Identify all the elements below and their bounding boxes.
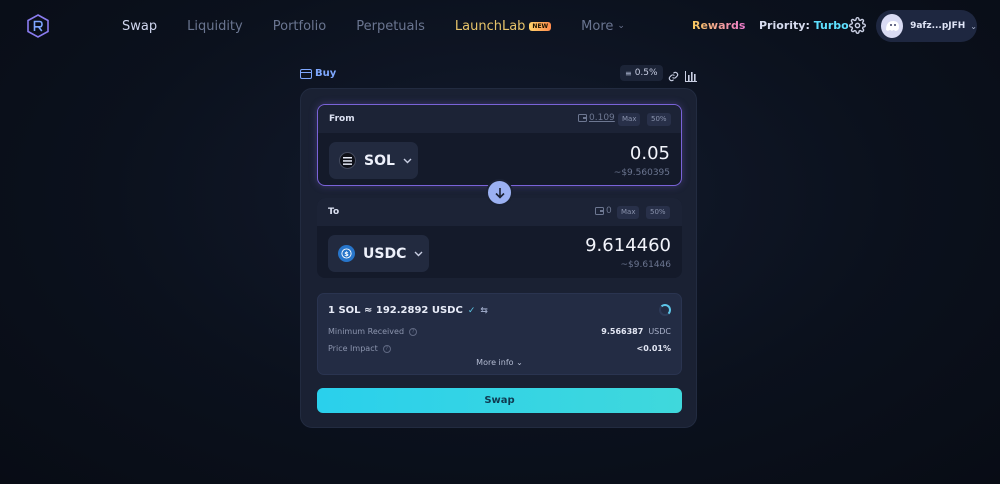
priority-value: Turbo [813,19,849,32]
main-nav: Swap Liquidity Portfolio Perpetuals Laun… [122,17,655,35]
priority-button[interactable]: Priority: Turbo [759,19,849,32]
min-received-unit: USDC [648,327,671,336]
new-badge: NEW [529,21,552,31]
wallet-address: 9afz...pJFH [910,21,966,31]
card-icon [300,68,312,79]
rewards-link[interactable]: Rewards [692,19,745,32]
chevron-down-icon: ⌄ [970,21,977,31]
nav-launchlab-label: LaunchLab [454,18,526,34]
chevron-down-icon: ⌄ [617,21,625,31]
to-token-name: USDC [363,245,407,262]
sliders-icon: ≡ [625,68,632,78]
price-impact-value: <0.01% [636,344,671,353]
nav-portfolio-label: Portfolio [272,18,327,34]
swap-info-panel: 1 SOL ≈ 192.2892 USDC ✓ ⇆ Minimum Receiv… [317,293,682,375]
slippage-value: 0.5% [634,68,658,78]
swap-button[interactable]: Swap [317,388,682,413]
price-impact-row: Price Impact ? [328,344,391,353]
swap-card: From 0.109 Max 50% SOL 0.05 ~$9.560395 T… [300,88,697,428]
from-panel: From 0.109 Max 50% SOL 0.05 ~$9.560395 [317,104,682,186]
arrow-down-icon [494,187,505,199]
help-icon[interactable]: ? [382,344,391,353]
nav-launchlab[interactable]: LaunchLab NEW [454,18,552,34]
swap-rate-icon[interactable]: ⇆ [480,306,488,316]
exchange-rate-text: 1 SOL ≈ 192.2892 USDC [328,305,463,316]
from-max-button[interactable]: Max [618,113,641,126]
priority-label: Priority: [759,19,810,32]
refresh-spinner-icon[interactable] [659,304,671,316]
slippage-button[interactable]: ≡ 0.5% [620,65,663,81]
nav-swap-label: Swap [122,18,158,34]
wallet-icon [578,114,587,122]
chevron-down-icon [414,251,423,256]
min-received-amount: 9.566387 [601,327,644,336]
usdc-token-icon: $ [338,245,355,262]
nav-more[interactable]: More ⌄ [581,19,625,34]
from-token-name: SOL [364,152,395,169]
nav-liquidity-label: Liquidity [187,18,243,34]
from-usd-value: ~$9.560395 [613,168,670,178]
from-token-select[interactable]: SOL [329,142,418,179]
to-max-button[interactable]: Max [617,206,640,219]
swap-direction-button[interactable] [486,179,513,206]
to-balance-value: 0 [606,206,612,216]
chevron-down-icon [403,158,412,163]
exchange-rate: 1 SOL ≈ 192.2892 USDC ✓ ⇆ [328,305,488,316]
to-usd-value: ~$9.61446 [620,260,671,270]
chart-icon[interactable] [685,67,697,86]
check-circle-icon: ✓ [467,305,476,316]
from-half-button[interactable]: 50% [647,113,671,126]
to-panel: To 0 Max 50% $ USDC 9.614460 ~$9.61446 [317,198,682,278]
sol-token-icon [339,152,356,169]
min-received-value: 9.566387 USDC [601,327,671,336]
from-balance: 0.109 [578,113,615,123]
nav-perpetuals[interactable]: Perpetuals [356,19,425,34]
min-received-label: Minimum Received [328,327,405,336]
to-half-button[interactable]: 50% [646,206,670,219]
link-icon[interactable] [668,67,679,86]
from-label: From [329,114,355,124]
wallet-icon [595,207,604,215]
more-info-toggle[interactable]: More info ⌄ [318,358,681,367]
nav-swap[interactable]: Swap [122,19,157,34]
to-amount-output: 9.614460 [585,235,671,256]
to-token-select[interactable]: $ USDC [328,235,429,272]
svg-text:$: $ [344,250,349,258]
nav-liquidity[interactable]: Liquidity [187,19,243,34]
buy-link[interactable]: Buy [300,68,336,79]
avatar [881,14,904,38]
price-impact-label: Price Impact [328,344,378,353]
nav-portfolio[interactable]: Portfolio [273,19,326,34]
to-balance: 0 [595,206,612,216]
help-icon[interactable]: ? [409,327,418,336]
nav-more-label: More [581,18,614,34]
chevron-down-icon: ⌄ [516,358,523,367]
nav-perpetuals-label: Perpetuals [356,18,425,34]
gear-icon[interactable] [849,17,866,34]
buy-label: Buy [315,68,337,79]
to-label: To [328,207,340,217]
from-balance-value: 0.109 [589,113,615,123]
min-received-row: Minimum Received ? [328,327,418,336]
wallet-button[interactable]: 9afz...pJFH ⌄ [876,10,977,42]
more-info-label: More info [476,358,514,367]
raydium-logo-icon[interactable] [26,14,50,38]
from-amount-input[interactable]: 0.05 [630,143,670,164]
